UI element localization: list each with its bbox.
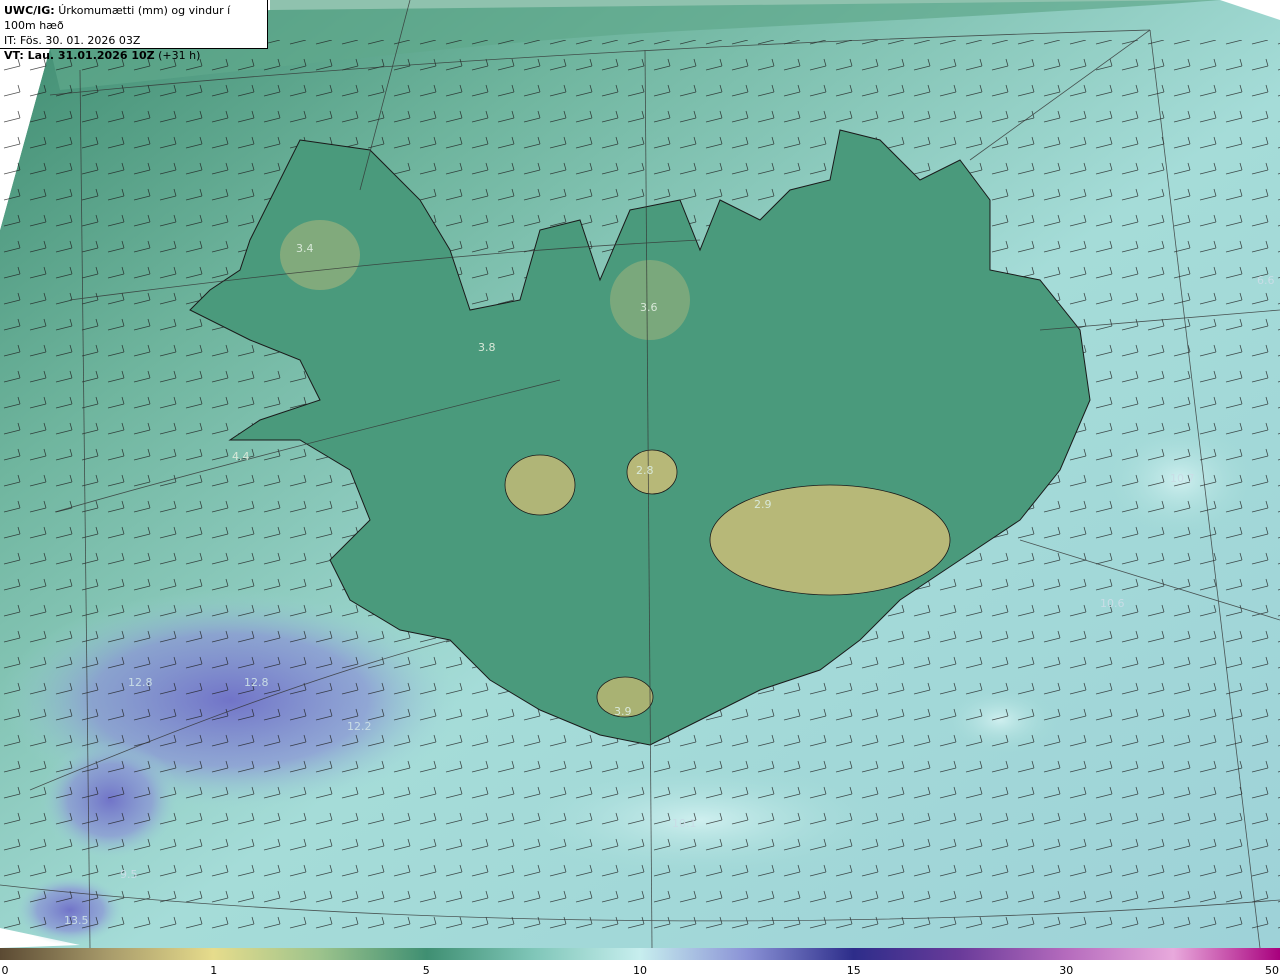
colorbar-tick-label: 50 bbox=[1265, 964, 1279, 977]
max-value-label: 4.4 bbox=[232, 450, 250, 463]
forecast-offset: (+31 h) bbox=[158, 49, 201, 62]
colorbar-tick-label: 10 bbox=[633, 964, 647, 977]
max-value-label: 9.5 bbox=[120, 868, 138, 881]
initial-time: IT: Fös. 30. 01. 2026 03Z bbox=[4, 34, 141, 47]
highland-north bbox=[610, 260, 690, 340]
glacier-vatnajokull bbox=[709, 484, 951, 596]
max-value-label: 2.9 bbox=[754, 498, 772, 511]
max-value-label: 10.7 bbox=[1170, 472, 1195, 485]
max-value-label: 10.6 bbox=[1100, 597, 1125, 610]
map-stage: 3.4 3.6 3.8 4.4 2.8 2.9 3.9 6.6 10.7 10.… bbox=[0, 0, 1280, 978]
glacier-langjokull bbox=[504, 454, 576, 516]
max-value-label: 2.8 bbox=[636, 464, 654, 477]
colorbar-tick-label: 15 bbox=[846, 964, 861, 977]
map-info-box: UWC/IG: Úrkomumætti (mm) og vindur í 100… bbox=[0, 0, 268, 62]
colorbar: 0 1 5 10 15 30 50 bbox=[0, 948, 1280, 978]
title-line: UWC/IG: Úrkomumætti (mm) og vindur í 100… bbox=[4, 3, 263, 33]
colorbar-tick-label: 0 bbox=[1, 964, 9, 977]
product-code: UWC/IG: bbox=[4, 4, 55, 17]
max-value-label: 6.6 bbox=[1257, 274, 1275, 287]
colorbar-gradient bbox=[0, 948, 1280, 960]
max-value-label: 12.8 bbox=[244, 676, 269, 689]
colorbar-tick-label: 30 bbox=[1059, 964, 1074, 977]
max-value-label: 12.8 bbox=[128, 676, 153, 689]
weather-map: 3.4 3.6 3.8 4.4 2.8 2.9 3.9 6.6 10.7 10.… bbox=[0, 0, 1280, 948]
max-value-label: 3.4 bbox=[296, 242, 314, 255]
colorbar-tick-label: 1 bbox=[210, 964, 218, 977]
max-value-label: 3.6 bbox=[640, 301, 658, 314]
max-value-label: 3.8 bbox=[478, 341, 496, 354]
valid-time: VT: Lau. 31.01.2026 10Z bbox=[4, 49, 155, 62]
valid-time-line: VT: Lau. 31.01.2026 10Z (+31 h) bbox=[4, 48, 263, 63]
max-value-label: 3.9 bbox=[614, 705, 632, 718]
highland-westfjords bbox=[280, 220, 360, 290]
max-value-label: 10.1 bbox=[672, 817, 697, 830]
colorbar-tick-label: 5 bbox=[422, 964, 430, 977]
max-value-label: 12.2 bbox=[347, 720, 372, 733]
max-value-label: 13.5 bbox=[64, 914, 89, 927]
